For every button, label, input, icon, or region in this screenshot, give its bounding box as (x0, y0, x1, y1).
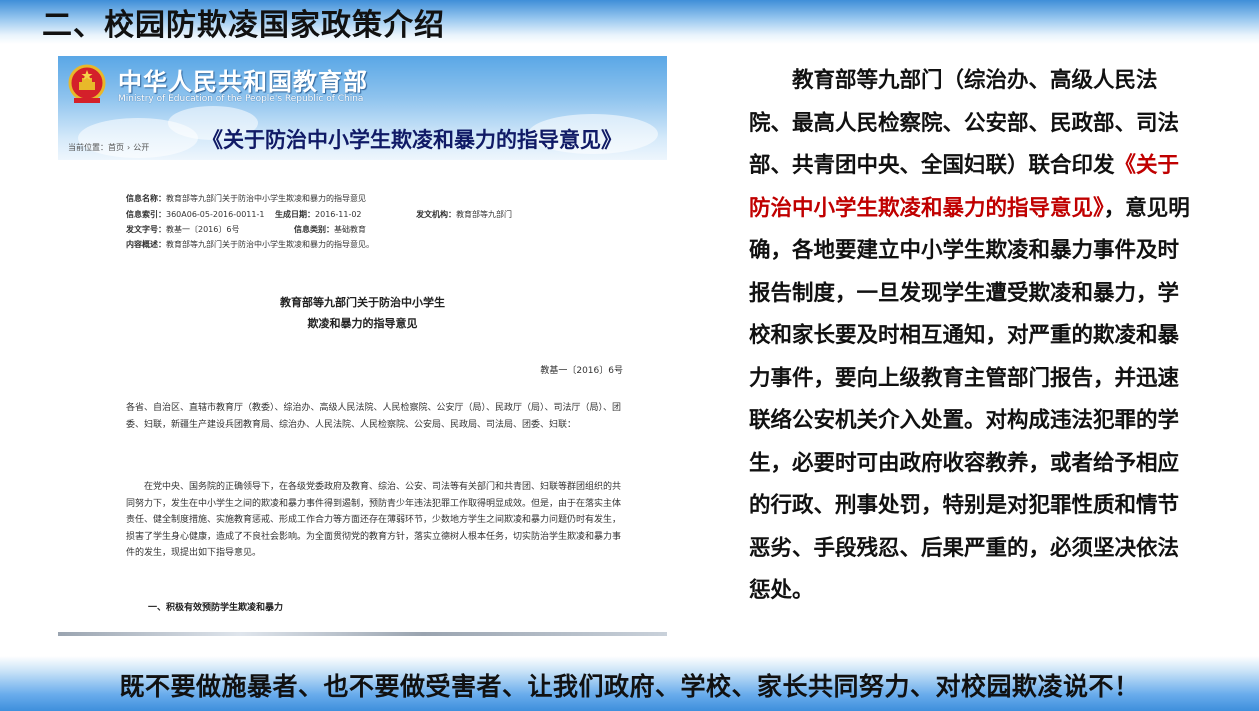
document-heading-line2: 欺凌和暴力的指导意见 (307, 317, 418, 330)
document-screenshot: 中华人民共和国教育部 Ministry of Education of the … (58, 56, 667, 636)
meta-row-name: 信息名称：教育部等九部门关于防治中小学生欺凌和暴力的指导意见 (126, 194, 366, 203)
document-heading-line1: 教育部等九部门关于防治中小学生 (280, 296, 445, 309)
document-body-paragraph: 在党中央、国务院的正确领导下，在各级党委政府及教育、综治、公安、司法等有关部门和… (126, 482, 622, 558)
policy-banner-title: 《关于防治中小学生欺凌和暴力的指导意见》 (202, 128, 622, 152)
document-addressees: 各省、自治区、直辖市教育厅（教委）、综治办、高级人民法院、人民检察院、公安厅（局… (126, 403, 622, 430)
policy-description: 教育部等九部门（综治办、高级人民法院、最高人民检察院、公安部、民政部、司法部、共… (749, 68, 1190, 603)
meta-row-summary: 内容概述：教育部等九部门关于防治中小学生欺凌和暴力的指导意见。 (126, 240, 374, 249)
breadcrumb-public-link[interactable]: 公开 (133, 143, 149, 152)
anti-bullying-slogan: 既不要做施暴者、也不要做受害者、让我们政府、学校、家长共同努力、对校园欺凌说不！ (119, 672, 1140, 701)
breadcrumb-prefix: 当前位置： (68, 143, 108, 152)
slide-title: 二、校园防欺凌国家政策介绍 (42, 8, 445, 43)
ministry-name-en: Ministry of Education of the People's Re… (118, 94, 364, 104)
document-number: 教基一〔2016〕6号 (540, 366, 623, 376)
meta-row-index: 信息索引：360A06-05-2016-0011-1 生成日期：2016-11-… (126, 210, 513, 219)
document-bottom-strip (58, 632, 667, 636)
breadcrumb-home-link[interactable]: 首页 (108, 143, 124, 152)
ministry-site-header: 中华人民共和国教育部 Ministry of Education of the … (58, 56, 667, 160)
breadcrumb-separator-icon: › (127, 143, 131, 152)
breadcrumb: 当前位置：首页 › 公开 (68, 142, 149, 153)
document-section-heading: 一、积极有效预防学生欺凌和暴力 (148, 603, 284, 613)
national-emblem-icon (68, 64, 106, 103)
meta-row-doc-number: 发文字号：教基一〔2016〕6号 信息类别：基础教育 (126, 225, 366, 234)
ministry-name-cn: 中华人民共和国教育部 (118, 68, 368, 96)
